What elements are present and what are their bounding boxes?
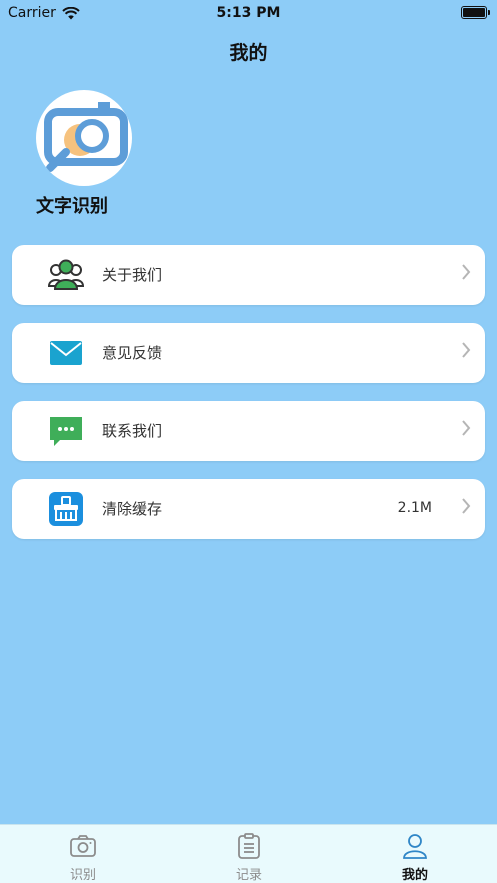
status-bar: Carrier 5:13 PM (0, 0, 497, 26)
tab-label-records: 记录 (235, 868, 262, 883)
clipboard-icon (238, 833, 260, 859)
menu-label-clear-cache: 清除缓存 (102, 500, 163, 518)
chevron-right-icon (462, 498, 471, 514)
menu-item-feedback[interactable]: 意见反馈 (12, 323, 485, 383)
menu-label-feedback: 意见反馈 (102, 344, 163, 362)
status-time: 5:13 PM (216, 5, 281, 21)
tab-label-recognize: 识别 (69, 868, 96, 883)
mail-icon (50, 341, 82, 365)
tab-bar: 识别 记录 我的 (0, 824, 497, 883)
menu-item-about-us[interactable]: 关于我们 (12, 245, 485, 305)
text-recognition-logo-icon (44, 102, 128, 172)
chevron-right-icon (462, 420, 471, 436)
tab-recognize[interactable]: 识别 (0, 825, 166, 883)
battery-icon (461, 6, 490, 19)
menu-item-contact-us[interactable]: 联系我们 (12, 401, 485, 461)
tab-label-mine: 我的 (401, 868, 428, 883)
app-logo-avatar (36, 90, 132, 186)
cache-size-value: 2.1M (397, 500, 432, 516)
chevron-right-icon (462, 264, 471, 280)
person-icon (403, 834, 427, 859)
menu-label-contact-us: 联系我们 (102, 422, 163, 440)
app-name: 文字识别 (36, 196, 108, 217)
menu-label-about-us: 关于我们 (102, 266, 163, 284)
users-icon (48, 259, 84, 290)
chat-bubble-icon (50, 417, 82, 446)
chevron-right-icon (462, 342, 471, 358)
camera-icon (70, 835, 96, 857)
broom-icon (49, 492, 83, 526)
tab-records[interactable]: 记录 (166, 825, 332, 883)
tab-mine[interactable]: 我的 (332, 825, 497, 883)
page-title: 我的 (229, 42, 268, 64)
menu-item-clear-cache[interactable]: 清除缓存 2.1M (12, 479, 485, 539)
